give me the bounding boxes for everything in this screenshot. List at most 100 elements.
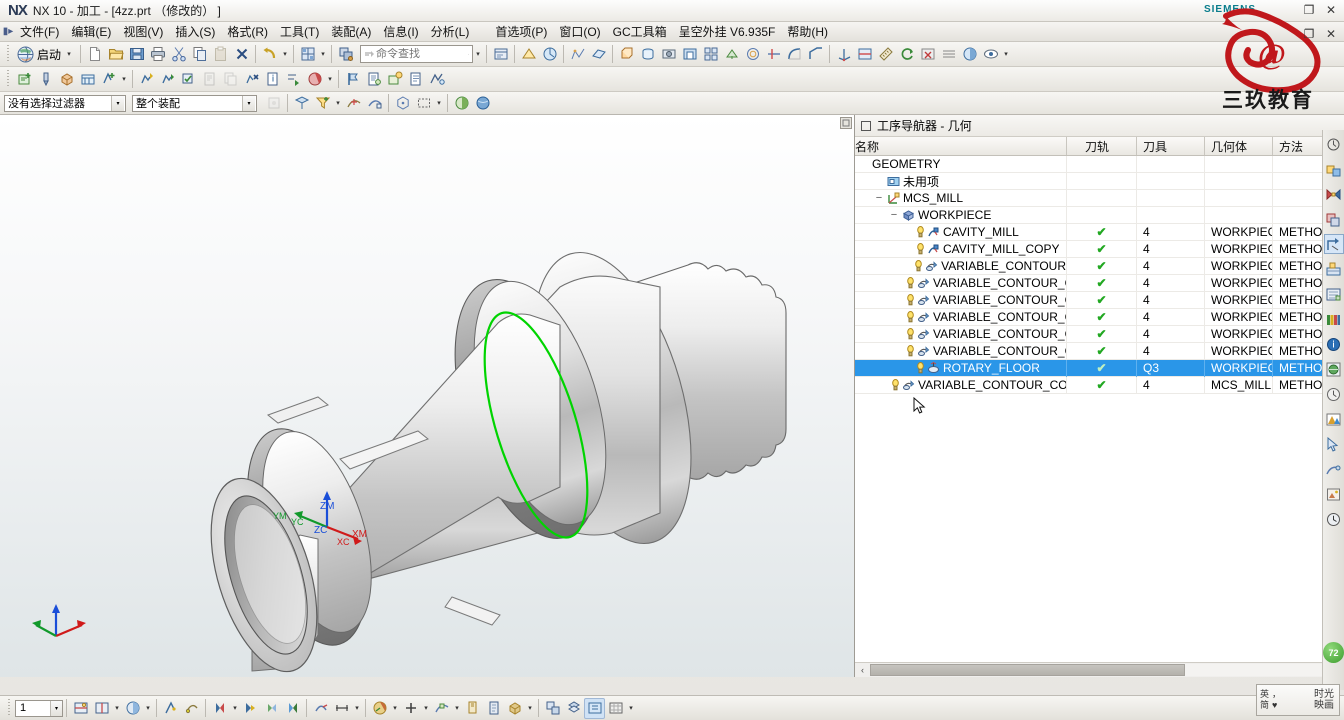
tree-row-variable_contour_cop[interactable]: VARIABLE_CONTOUR_COP...✔4WORKPIECEMETHO (855, 325, 1344, 343)
tree-cell-toolpath[interactable] (1067, 189, 1137, 207)
render-caret-icon[interactable]: ▾ (143, 698, 153, 719)
pin-icon[interactable] (861, 120, 871, 131)
chamfer-icon[interactable] (805, 44, 826, 65)
transform-icon[interactable] (335, 44, 356, 65)
tree-cell-toolpath[interactable]: ✔ (1067, 274, 1137, 292)
face-icon[interactable] (261, 698, 282, 719)
tree-cell-geometry[interactable]: MCS_MILL (1205, 376, 1273, 394)
tree-cell-geometry[interactable]: WORKPIECE (1205, 274, 1273, 292)
save-icon[interactable] (126, 44, 147, 65)
section-caret-icon[interactable]: ▾ (112, 698, 122, 719)
toolpath-info-icon[interactable] (262, 69, 283, 90)
tree-cell-name[interactable]: VARIABLE_CONTOUR (855, 257, 1067, 275)
tree-cell-toolpath[interactable] (1067, 172, 1137, 190)
tree-cell-name[interactable]: VARIABLE_CONTOUR_COP... (855, 325, 1067, 343)
wcs-icon[interactable] (833, 44, 854, 65)
tree-cell-tool[interactable] (1137, 172, 1205, 190)
tree-cell-tool[interactable]: 4 (1137, 342, 1205, 360)
toolbar-grip-icon[interactable] (6, 70, 11, 88)
menu-item-window[interactable]: 窗口(O) (553, 21, 606, 42)
move-object-icon[interactable] (1323, 234, 1344, 254)
operation-status-lamp-icon[interactable] (917, 243, 924, 255)
render-style-icon[interactable] (959, 44, 980, 65)
layer-setting-icon[interactable] (563, 698, 584, 719)
scroll-track[interactable] (870, 664, 1329, 676)
create-operation-caret-icon[interactable]: ▾ (119, 69, 129, 90)
delete-icon[interactable] (231, 44, 252, 65)
delete-toolpath-icon[interactable] (241, 69, 262, 90)
operation-status-lamp-icon[interactable] (892, 379, 899, 391)
grid-icon[interactable] (605, 698, 626, 719)
command-finder[interactable] (360, 45, 474, 63)
globe-icon[interactable] (1324, 359, 1344, 379)
point-caret-icon[interactable]: ▾ (421, 698, 431, 719)
machine-caret-icon[interactable]: ▾ (325, 69, 335, 90)
generate-toolpath-icon[interactable] (136, 69, 157, 90)
chevron-down-icon[interactable]: ▾ (50, 700, 62, 716)
layer-icon[interactable] (1324, 209, 1344, 229)
ime-options[interactable]: ， ♥ (1272, 689, 1281, 711)
menu-item-view[interactable]: 视图(V) (117, 21, 169, 42)
tree-cell-tool[interactable]: Q3 (1137, 359, 1205, 377)
tree-cell-toolpath[interactable] (1067, 206, 1137, 224)
menu-item-plugin[interactable]: 呈空外挂 V6.935F (673, 21, 782, 42)
sync-model-icon[interactable] (896, 44, 917, 65)
revolve-icon[interactable] (637, 44, 658, 65)
rectangle-select-icon[interactable] (413, 93, 434, 114)
shell-icon[interactable] (679, 44, 700, 65)
ime-voice-icon[interactable]: ♥ (1272, 700, 1281, 711)
extrude-icon[interactable] (616, 44, 637, 65)
toolpath-display-icon[interactable] (426, 69, 447, 90)
assembly-icon[interactable] (504, 698, 525, 719)
close-window-button[interactable]: ✕ (1320, 0, 1342, 20)
hole-icon[interactable] (658, 44, 679, 65)
menu-item-file[interactable]: 文件(F) (14, 21, 65, 42)
layout-caret-icon[interactable]: ▾ (318, 44, 328, 65)
tree-cell-geometry[interactable] (1205, 172, 1273, 190)
transfer-toolpath-icon[interactable] (283, 69, 304, 90)
tree-row-variable_contour_cop[interactable]: VARIABLE_CONTOUR_COP...✔4WORKPIECEMETHO (855, 342, 1344, 360)
tree-cell-toolpath[interactable]: ✔ (1067, 342, 1137, 360)
hide-caret-icon[interactable]: ▾ (1001, 44, 1011, 65)
tree-cell-name[interactable]: VARIABLE_CONTOUR_COPY (855, 274, 1067, 292)
tree-cell-name[interactable]: VARIABLE_CONTOUR_COP... (855, 342, 1067, 360)
menu-item-assemblies[interactable]: 装配(A) (325, 21, 377, 42)
curve-rule-icon[interactable] (364, 93, 385, 114)
menu-grip-icon[interactable]: ▮▸ (2, 24, 14, 40)
palette-icon[interactable] (1324, 309, 1344, 329)
bow-tie-icon[interactable] (1324, 184, 1344, 204)
column-header-geometry[interactable]: 几何体 (1205, 137, 1273, 155)
pattern-feature-icon[interactable] (700, 44, 721, 65)
tree-row-variable_contour_cop[interactable]: VARIABLE_CONTOUR_COP...✔4WORKPIECEMETHO (855, 308, 1344, 326)
operation-status-lamp-icon[interactable] (907, 294, 914, 306)
point-type-icon[interactable] (343, 93, 364, 114)
document-close-button[interactable]: ✕ (1320, 24, 1342, 44)
menu-item-preferences[interactable]: 首选项(P) (489, 21, 553, 42)
tree-cell-tool[interactable]: 4 (1137, 240, 1205, 258)
tree-cell-tool[interactable]: 4 (1137, 257, 1205, 275)
tree-cell-name[interactable]: CAVITY_MILL (855, 223, 1067, 241)
tree-cell-toolpath[interactable]: ✔ (1067, 359, 1137, 377)
refresh-icon[interactable] (1324, 134, 1344, 154)
tree-cell-toolpath[interactable]: ✔ (1067, 325, 1137, 343)
restore-window-button[interactable]: ❐ (1298, 0, 1320, 20)
wireframe-icon[interactable] (181, 698, 202, 719)
tree-cell-toolpath[interactable]: ✔ (1067, 376, 1137, 394)
grid-caret-icon[interactable]: ▾ (626, 698, 636, 719)
body-icon[interactable] (282, 698, 303, 719)
sketch-icon[interactable] (567, 44, 588, 65)
sketch-icon[interactable] (462, 698, 483, 719)
tree-cell-geometry[interactable]: WORKPIECE (1205, 257, 1273, 275)
operation-status-lamp-icon[interactable] (907, 328, 914, 340)
tree-cell-tool[interactable]: 4 (1137, 308, 1205, 326)
operation-tree-grid[interactable]: 名称 刀轨 刀具 几何体 方法 GEOMETRY 未用项 − MCS_MILL − WOR… (855, 137, 1344, 662)
edge-icon[interactable] (240, 698, 261, 719)
tree-expander-icon[interactable]: − (874, 193, 884, 204)
copy-toolpath-icon[interactable] (220, 69, 241, 90)
tool-library-icon[interactable] (1324, 284, 1344, 304)
tree-cell-toolpath[interactable]: ✔ (1067, 257, 1137, 275)
tree-cell-toolpath[interactable]: ✔ (1067, 223, 1137, 241)
analysis-color-icon[interactable] (369, 698, 390, 719)
move-face-icon[interactable] (721, 44, 742, 65)
menu-item-information[interactable]: 信息(I) (377, 21, 424, 42)
